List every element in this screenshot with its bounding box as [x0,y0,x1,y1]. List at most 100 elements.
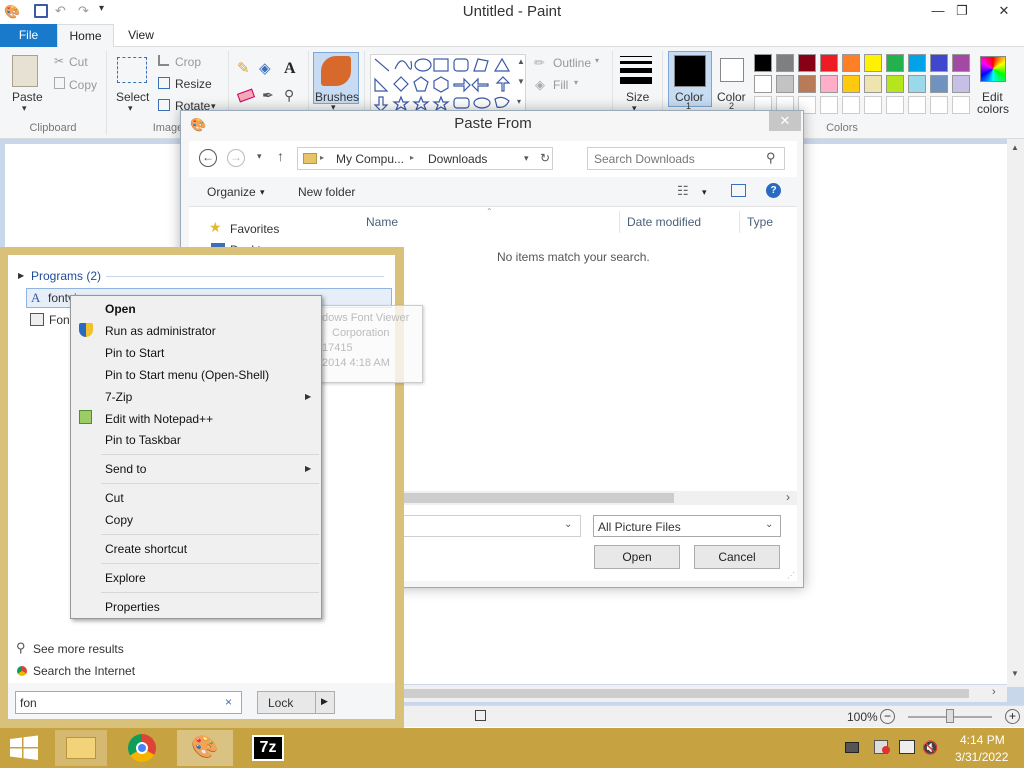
power-options-arrow-icon[interactable]: ▶ [321,696,328,707]
palette-swatch[interactable] [754,54,772,72]
file-name-input[interactable]: ⌄ [399,515,581,537]
menu-item-explore[interactable]: Explore [105,571,146,585]
select-icon[interactable] [117,57,147,83]
search-box[interactable]: Search Downloads ⚲ [587,147,785,170]
pencil-icon[interactable]: ✎ [237,59,250,77]
tab-home[interactable]: Home [57,24,114,48]
palette-swatch[interactable] [842,54,860,72]
menu-item-create-shortcut[interactable]: Create shortcut [105,542,187,556]
scroll-right-icon[interactable]: › [992,686,996,698]
text-tool-icon[interactable]: A [284,60,296,78]
search-result-fonts[interactable]: Fon [49,313,70,327]
fill-dropdown-icon[interactable]: ▾ [574,78,578,87]
taskbar-paint[interactable]: 🎨 [177,730,233,766]
paste-button[interactable]: Paste [12,90,43,104]
taskbar-chrome[interactable] [117,730,169,766]
forward-icon[interactable]: → [227,149,245,167]
palette-swatch[interactable] [864,75,882,93]
view-options-icon[interactable]: ☷ [677,183,689,199]
menu-item-pin-start-menu[interactable]: Pin to Start menu (Open-Shell) [105,368,269,382]
palette-swatch[interactable] [930,75,948,93]
menu-item-notepadpp[interactable]: Edit with Notepad++ [105,412,213,426]
menu-item-pin-to-taskbar[interactable]: Pin to Taskbar [105,433,181,447]
select-dropdown-icon[interactable]: ▾ [128,103,133,114]
palette-swatch[interactable] [930,54,948,72]
breadcrumb-my-computer[interactable]: My Compu... [336,152,404,166]
edit-colors-label-2[interactable]: colors [977,102,1009,116]
copy-button[interactable]: Copy [69,78,97,92]
palette-swatch[interactable] [864,96,882,114]
file-name-dropdown-icon[interactable]: ⌄ [564,519,572,530]
start-search-input[interactable]: fon × [15,691,242,714]
cancel-button[interactable]: Cancel [694,545,780,569]
color1-swatch[interactable] [674,55,706,87]
palette-swatch[interactable] [886,54,904,72]
clear-search-icon[interactable]: × [225,695,232,709]
dialog-close-button[interactable]: ✕ [769,111,801,131]
view-dropdown-icon[interactable]: ▾ [702,187,707,198]
back-icon[interactable]: ← [199,149,217,167]
shapes-scroll-down-icon[interactable]: ▼ [517,77,525,86]
palette-swatch[interactable] [952,75,970,93]
shapes-gallery[interactable] [370,54,526,112]
column-name[interactable]: Name [366,215,398,229]
programs-section-header[interactable]: Programs (2) [31,269,101,283]
up-folder-icon[interactable]: ↑ [277,148,284,164]
shapes-scroll-up-icon[interactable]: ▲ [517,57,525,66]
preview-pane-icon[interactable] [731,184,746,197]
help-icon[interactable]: ? [766,183,781,198]
maximize-button[interactable]: ❐ [948,0,976,22]
zoom-out-icon[interactable]: − [880,709,895,724]
palette-swatch[interactable] [842,96,860,114]
brushes-button[interactable]: Brushes [315,90,359,104]
tab-file[interactable]: File [0,24,57,47]
menu-item-run-as-admin[interactable]: Run as administrator [105,324,216,338]
palette-swatch[interactable] [820,96,838,114]
menu-item-7zip[interactable]: 7-Zip [105,390,132,404]
file-list-hscroll-thumb[interactable] [404,493,674,503]
new-folder-button[interactable]: New folder [298,185,355,199]
see-more-results-link[interactable]: See more results [33,642,124,656]
organize-button[interactable]: Organize [207,185,256,199]
horizontal-scroll-thumb[interactable] [402,689,969,698]
address-dropdown-icon[interactable]: ▾ [524,153,529,164]
recent-locations-icon[interactable]: ▾ [257,151,262,162]
select-button[interactable]: Select [116,90,149,104]
printer-tray-icon[interactable] [845,742,859,753]
palette-swatch[interactable] [908,96,926,114]
palette-swatch[interactable] [798,75,816,93]
palette-swatch[interactable] [820,75,838,93]
organize-dropdown-icon[interactable]: ▾ [260,187,265,198]
resize-button[interactable]: Resize [175,77,212,91]
magnifier-icon[interactable]: ⚲ [284,87,294,104]
palette-swatch[interactable] [842,75,860,93]
outline-dropdown-icon[interactable]: ▾ [595,56,599,65]
menu-item-cut[interactable]: Cut [105,491,124,505]
palette-swatch[interactable] [820,54,838,72]
shapes-expand-icon[interactable]: ▾ [517,97,521,106]
tab-view[interactable]: View [118,24,164,47]
edit-colors-icon[interactable] [980,56,1006,82]
file-list-hscrollbar[interactable]: › [404,490,797,505]
cut-button[interactable]: Cut [69,55,88,69]
file-type-dropdown-icon[interactable]: ⌄ [765,519,773,530]
resize-grip-icon[interactable]: ⋰ [787,571,795,580]
outline-button[interactable]: Outline [553,56,591,70]
start-button[interactable] [0,728,48,768]
palette-swatch[interactable] [930,96,948,114]
refresh-icon[interactable]: ↻ [540,151,550,165]
expand-arrow-icon[interactable]: ▶ [18,271,24,280]
color2-swatch[interactable] [720,58,744,82]
close-button[interactable]: ✕ [984,0,1024,22]
file-type-select[interactable]: All Picture Files ⌄ [593,515,781,537]
menu-item-send-to[interactable]: Send to [105,462,146,476]
scroll-down-icon[interactable]: ▼ [1011,669,1019,678]
nav-favorites[interactable]: Favorites [230,222,279,236]
palette-swatch[interactable] [864,54,882,72]
size-icon[interactable] [620,56,652,84]
taskbar-7zip[interactable]: 7z [240,730,296,766]
paste-dropdown-icon[interactable]: ▾ [22,103,27,114]
zoom-in-icon[interactable]: + [1005,709,1020,724]
palette-swatch[interactable] [952,54,970,72]
palette-swatch[interactable] [798,54,816,72]
